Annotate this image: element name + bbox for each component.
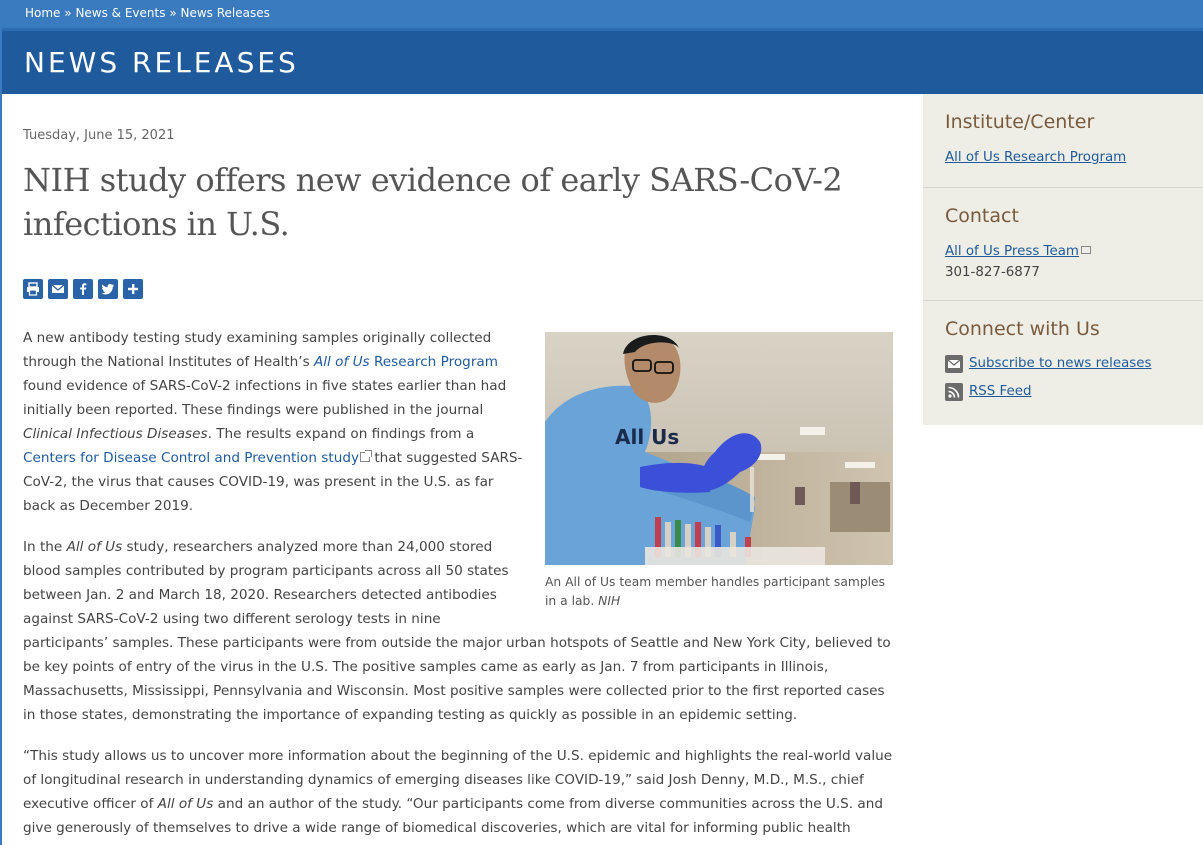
figure-caption: An All of Us team member handles partici… <box>545 573 895 611</box>
institute-link[interactable]: All of Us Research Program <box>945 150 1126 165</box>
connect-heading: Connect with Us <box>945 318 1100 340</box>
link-text: Research Program <box>369 354 498 370</box>
facebook-icon[interactable] <box>73 279 93 299</box>
breadcrumb-news-releases-link[interactable]: News Releases <box>180 6 269 20</box>
mail-icon <box>1080 246 1091 254</box>
paragraph-text: In the <box>23 539 67 555</box>
rss-icon[interactable] <box>945 383 963 401</box>
connect-block: Connect with Us Subscribe to news releas… <box>923 301 1203 425</box>
envelope-icon[interactable] <box>945 355 963 373</box>
paragraph-text: . The results expand on findings from a <box>207 426 475 442</box>
twitter-icon[interactable] <box>98 279 118 299</box>
article-figure: All Us An All of Us team member handles … <box>545 332 895 611</box>
program-name: All of Us <box>66 539 123 555</box>
link-italic-text: All of Us <box>313 354 370 370</box>
cdc-study-link[interactable]: Centers for Disease Control and Preventi… <box>23 450 373 466</box>
section-banner: NEWS RELEASES <box>2 28 1203 94</box>
institute-heading: Institute/Center <box>945 111 1095 133</box>
breadcrumb-separator: » <box>64 6 72 20</box>
email-icon[interactable] <box>48 279 68 299</box>
article-paragraph-3: “This study allows us to uncover more in… <box>23 744 895 845</box>
all-of-us-program-link[interactable]: All of Us Research Program <box>314 354 498 370</box>
plus-icon[interactable] <box>123 279 143 299</box>
article-body: All Us An All of Us team member handles … <box>23 326 895 845</box>
lab-photo: All Us <box>545 332 893 565</box>
journal-name: Clinical Infectious Diseases <box>23 426 208 442</box>
caption-credit: NIH <box>598 594 621 608</box>
breadcrumb-separator: » <box>169 6 177 20</box>
external-link-icon <box>360 450 373 462</box>
caption-text: An All of Us team member handles partici… <box>545 575 886 608</box>
contact-phone: 301-827-6877 <box>945 265 1040 280</box>
section-title: NEWS RELEASES <box>24 46 299 79</box>
breadcrumb-home-link[interactable]: Home <box>25 6 60 20</box>
link-text: All of Us Press Team <box>945 244 1079 259</box>
left-edge-stripe <box>0 28 2 845</box>
paragraph-text: found evidence of SARS-CoV-2 infections … <box>23 378 507 418</box>
contact-heading: Contact <box>945 205 1019 227</box>
article-date: Tuesday, June 15, 2021 <box>23 128 175 143</box>
shirt-lettering: All Us <box>615 425 679 449</box>
rss-feed-link[interactable]: RSS Feed <box>969 384 1032 399</box>
subscribe-link[interactable]: Subscribe to news releases <box>969 356 1151 371</box>
share-toolbar <box>23 279 143 299</box>
top-bar: Home » News & Events » News Releases <box>0 0 1203 28</box>
breadcrumb: Home » News & Events » News Releases <box>25 6 270 20</box>
press-team-link[interactable]: All of Us Press Team <box>945 244 1091 259</box>
article-headline: NIH study offers new evidence of early S… <box>23 161 843 243</box>
sidebar: Institute/Center All of Us Research Prog… <box>923 94 1203 425</box>
breadcrumb-news-events-link[interactable]: News & Events <box>75 6 165 20</box>
print-icon[interactable] <box>23 279 43 299</box>
link-text: Centers for Disease Control and Preventi… <box>23 450 360 466</box>
institute-block: Institute/Center All of Us Research Prog… <box>923 94 1203 188</box>
program-name: All of Us <box>157 796 214 812</box>
contact-block: Contact All of Us Press Team 301-827-687… <box>923 188 1203 301</box>
